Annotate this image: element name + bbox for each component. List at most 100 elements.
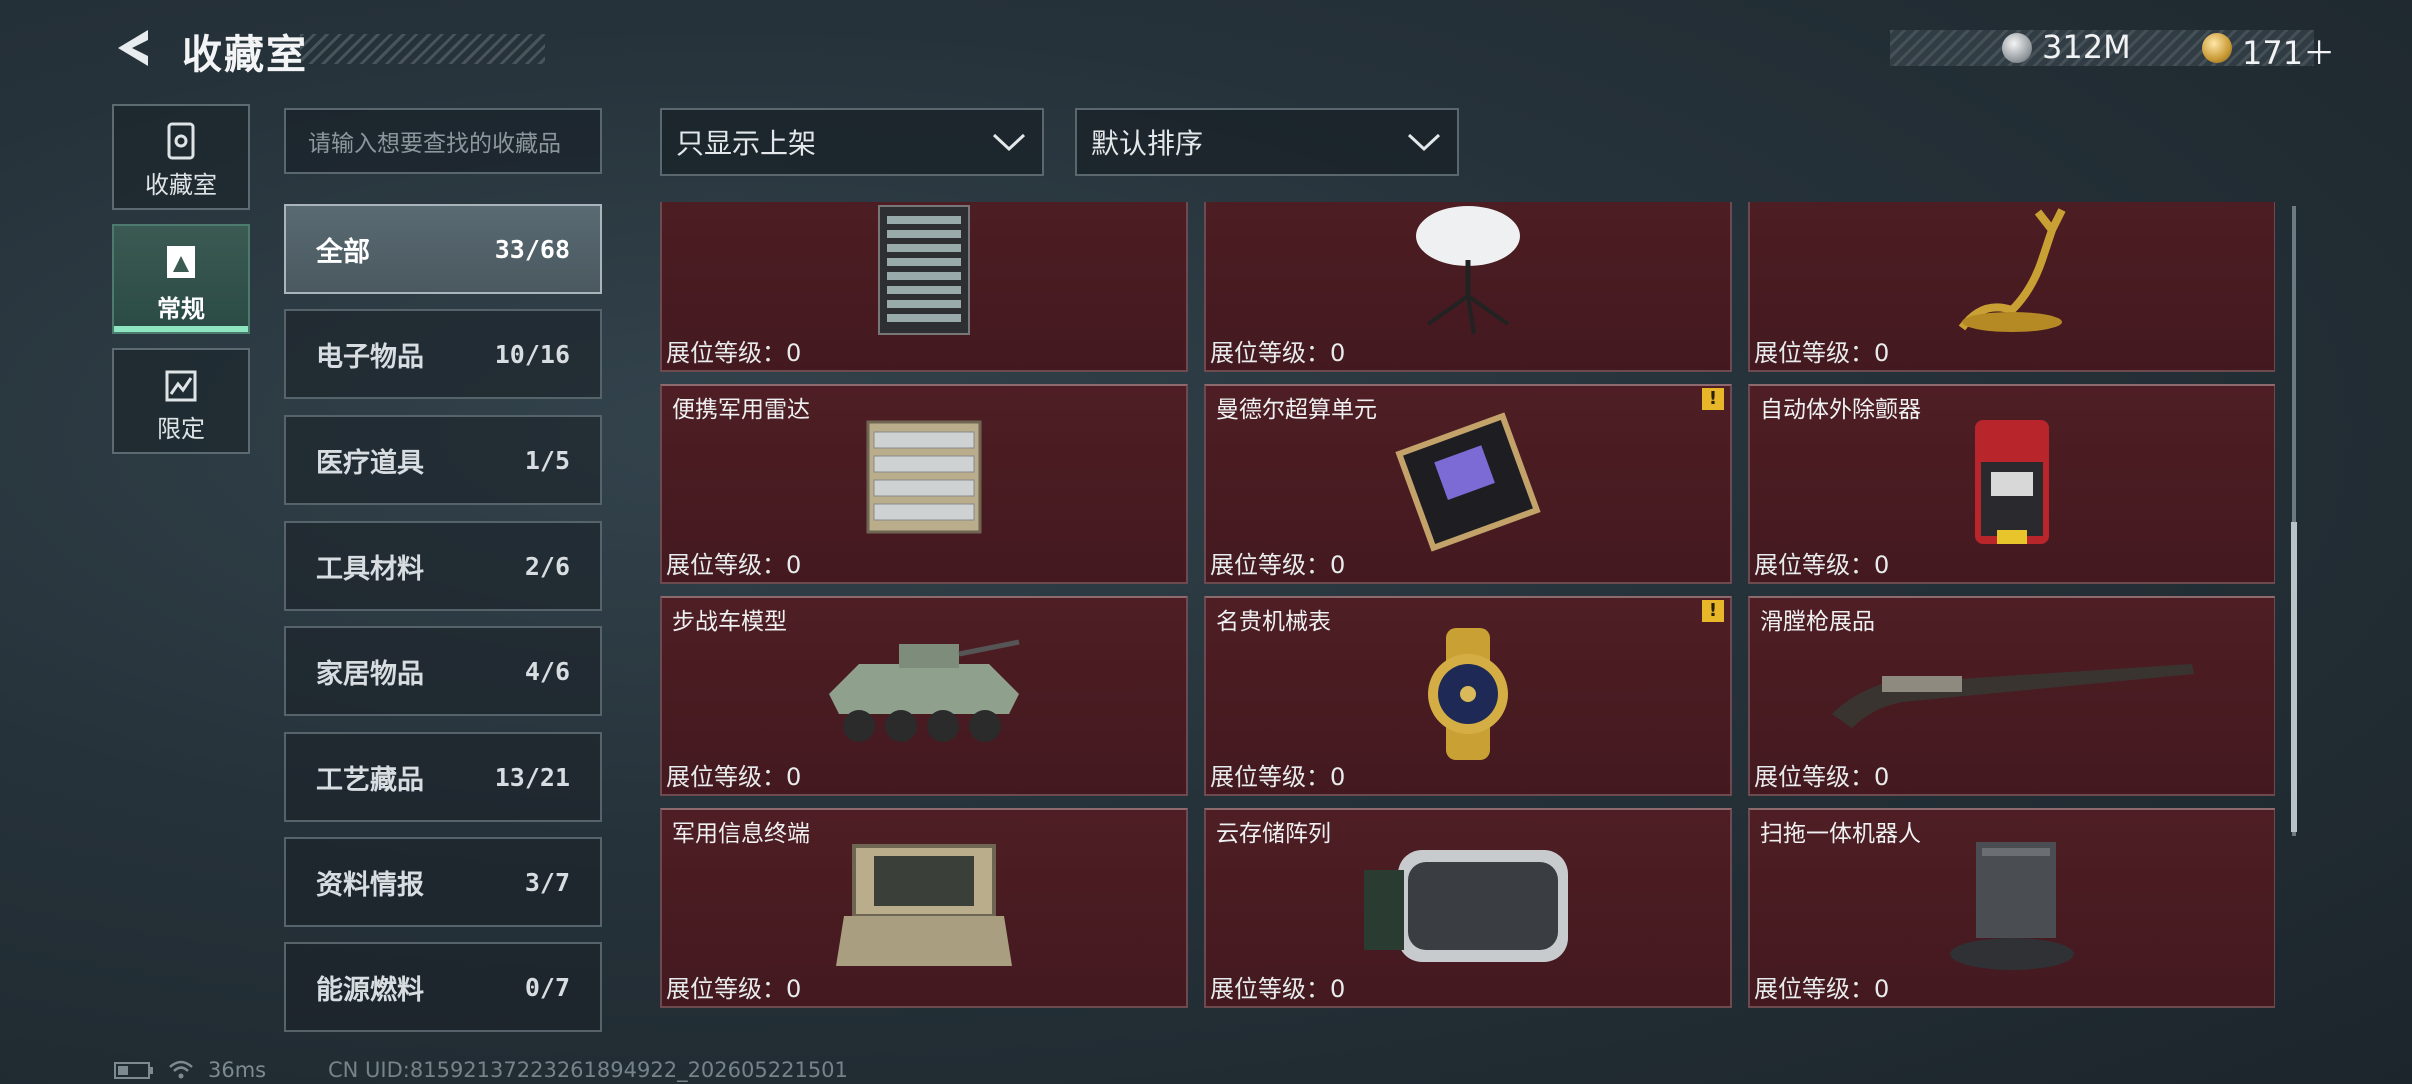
collection-item-card[interactable]: 便携军用雷达展位等级：0 xyxy=(660,384,1188,584)
collection-item-card[interactable]: 自动体外除颤器展位等级：0 xyxy=(1748,384,2275,584)
category-label: 能源燃料 xyxy=(316,974,424,1006)
category-medical[interactable]: 医疗道具 1/5 xyxy=(284,415,602,505)
category-electronics[interactable]: 电子物品 10/16 xyxy=(284,309,602,399)
category-label: 医疗道具 xyxy=(316,447,424,479)
limited-icon xyxy=(165,370,197,402)
nav-collection-room[interactable]: 收藏室 xyxy=(112,104,250,210)
booth-level: 展位等级：0 xyxy=(666,551,802,579)
item-name: 步战车模型 xyxy=(672,609,787,635)
nav-regular[interactable]: 常规 xyxy=(112,224,250,334)
collection-item-card[interactable]: 军用信息终端展位等级：0 xyxy=(660,808,1188,1008)
booth-level: 展位等级：0 xyxy=(666,763,802,791)
collection-item-card[interactable]: 展位等级：0 xyxy=(660,202,1188,372)
collection-item-card[interactable]: 滑膛枪展品 展位等级：0 xyxy=(1748,596,2275,796)
category-count: 3/7 xyxy=(524,867,570,897)
back-arrow-icon[interactable] xyxy=(112,26,156,70)
collection-item-card[interactable]: 展位等级：0 xyxy=(1748,202,2275,372)
booth-level: 展位等级：0 xyxy=(1210,551,1346,579)
warning-icon: ! xyxy=(1702,388,1724,410)
category-all[interactable]: 全部 33/68 xyxy=(284,204,602,294)
category-count: 33/68 xyxy=(494,234,570,264)
collection-item-card[interactable]: 名贵机械表! 展位等级：0 xyxy=(1204,596,1732,796)
chevron-down-icon xyxy=(992,133,1026,152)
battery-icon xyxy=(114,1062,153,1079)
mop-robot-image xyxy=(1942,836,2082,980)
mechanical-watch-image xyxy=(1408,624,1528,768)
category-intel[interactable]: 资料情报 3/7 xyxy=(284,837,602,927)
gold-coin-amount[interactable]: 171＋ xyxy=(2242,28,2335,74)
title-decoration xyxy=(300,34,545,64)
gold-coin-icon xyxy=(2202,33,2232,63)
search-input[interactable]: 请输入想要查找的收藏品 xyxy=(284,108,602,174)
musket-image xyxy=(1822,624,2202,738)
nav-label: 收藏室 xyxy=(145,171,217,199)
booth-level: 展位等级：0 xyxy=(666,339,802,367)
booth-level: 展位等级：0 xyxy=(1754,551,1890,579)
compute-unit-image xyxy=(1393,412,1543,556)
grid-scrollbar-thumb[interactable] xyxy=(2291,522,2297,832)
chevron-down-icon xyxy=(1407,133,1441,152)
ping-value: 36ms xyxy=(208,1058,267,1082)
collection-item-card[interactable]: 步战车模型展位等级：0 xyxy=(660,596,1188,796)
category-count: 1/5 xyxy=(524,445,570,475)
booth-level: 展位等级：0 xyxy=(1210,975,1346,1003)
category-crafts[interactable]: 工艺藏品 13/21 xyxy=(284,732,602,822)
silver-coin-icon xyxy=(2002,33,2032,63)
military-terminal-image xyxy=(834,836,1014,980)
category-label: 资料情报 xyxy=(316,869,424,901)
defibrillator-image xyxy=(1967,412,2057,556)
collection-item-card[interactable]: 曼德尔超算单元! 展位等级：0 xyxy=(1204,384,1732,584)
category-label: 家居物品 xyxy=(316,658,424,690)
category-count: 13/21 xyxy=(494,762,570,792)
collection-item-card[interactable]: 展位等级：0 xyxy=(1204,202,1732,372)
item-name: 自动体外除颤器 xyxy=(1760,397,1921,423)
booth-level: 展位等级：0 xyxy=(666,975,802,1003)
nav-limited[interactable]: 限定 xyxy=(112,348,250,454)
golden-deer-image xyxy=(1942,202,2082,344)
item-name: 名贵机械表 xyxy=(1216,609,1331,635)
category-count: 0/7 xyxy=(524,972,570,1002)
category-label: 全部 xyxy=(316,236,370,268)
collection-item-card[interactable]: 扫拖一体机器人展位等级：0 xyxy=(1748,808,2275,1008)
regular-icon xyxy=(167,246,195,278)
booth-level: 展位等级：0 xyxy=(1754,339,1890,367)
status-bar: 36ms xyxy=(114,1058,266,1082)
dropdown-value: 只显示上架 xyxy=(676,127,817,160)
category-label: 电子物品 xyxy=(316,341,424,373)
item-name: 扫拖一体机器人 xyxy=(1760,821,1921,847)
collection-grid: 展位等级：0 展位等级：0 展位等级：0 便携军用雷达 展位等级：0 曼德尔超算单元! 展位… xyxy=(660,202,2275,1040)
category-label: 工艺藏品 xyxy=(316,764,424,796)
portable-radar-image xyxy=(854,412,994,546)
dropdown-value: 默认排序 xyxy=(1091,127,1204,160)
nav-label: 限定 xyxy=(157,415,205,443)
booth-level: 展位等级：0 xyxy=(1210,763,1346,791)
category-count: 10/16 xyxy=(494,339,570,369)
category-label: 工具材料 xyxy=(316,553,424,585)
warning-icon: ! xyxy=(1702,600,1724,622)
item-name: 曼德尔超算单元 xyxy=(1216,397,1377,423)
collection-room-icon xyxy=(167,122,195,160)
wifi-icon xyxy=(169,1060,193,1079)
ifv-model-image xyxy=(819,624,1029,758)
silver-coin-amount: 312M xyxy=(2042,28,2131,66)
collection-item-card[interactable]: 云存储阵列展位等级：0 xyxy=(1204,808,1732,1008)
page-title: 收藏室 xyxy=(182,32,308,78)
booth-level: 展位等级：0 xyxy=(1754,763,1890,791)
category-energy[interactable]: 能源燃料 0/7 xyxy=(284,942,602,1032)
nav-label: 常规 xyxy=(157,295,205,323)
category-count: 2/6 xyxy=(524,551,570,581)
server-rack-image xyxy=(869,202,979,344)
sort-dropdown[interactable]: 默认排序 xyxy=(1075,108,1459,176)
satellite-dish-image xyxy=(1408,202,1528,344)
user-uid: CN UID:8159213722326189492​2_20260522150… xyxy=(328,1058,848,1082)
display-filter-dropdown[interactable]: 只显示上架 xyxy=(660,108,1044,176)
item-name: 军用信息终端 xyxy=(672,821,810,847)
item-name: 便携军用雷达 xyxy=(672,397,810,423)
item-name: 云存储阵列 xyxy=(1216,821,1331,847)
category-tools[interactable]: 工具材料 2/6 xyxy=(284,521,602,611)
booth-level: 展位等级：0 xyxy=(1210,339,1346,367)
category-home[interactable]: 家居物品 4/6 xyxy=(284,626,602,716)
category-count: 4/6 xyxy=(524,656,570,686)
booth-level: 展位等级：0 xyxy=(1754,975,1890,1003)
cloud-storage-image xyxy=(1358,836,1578,980)
